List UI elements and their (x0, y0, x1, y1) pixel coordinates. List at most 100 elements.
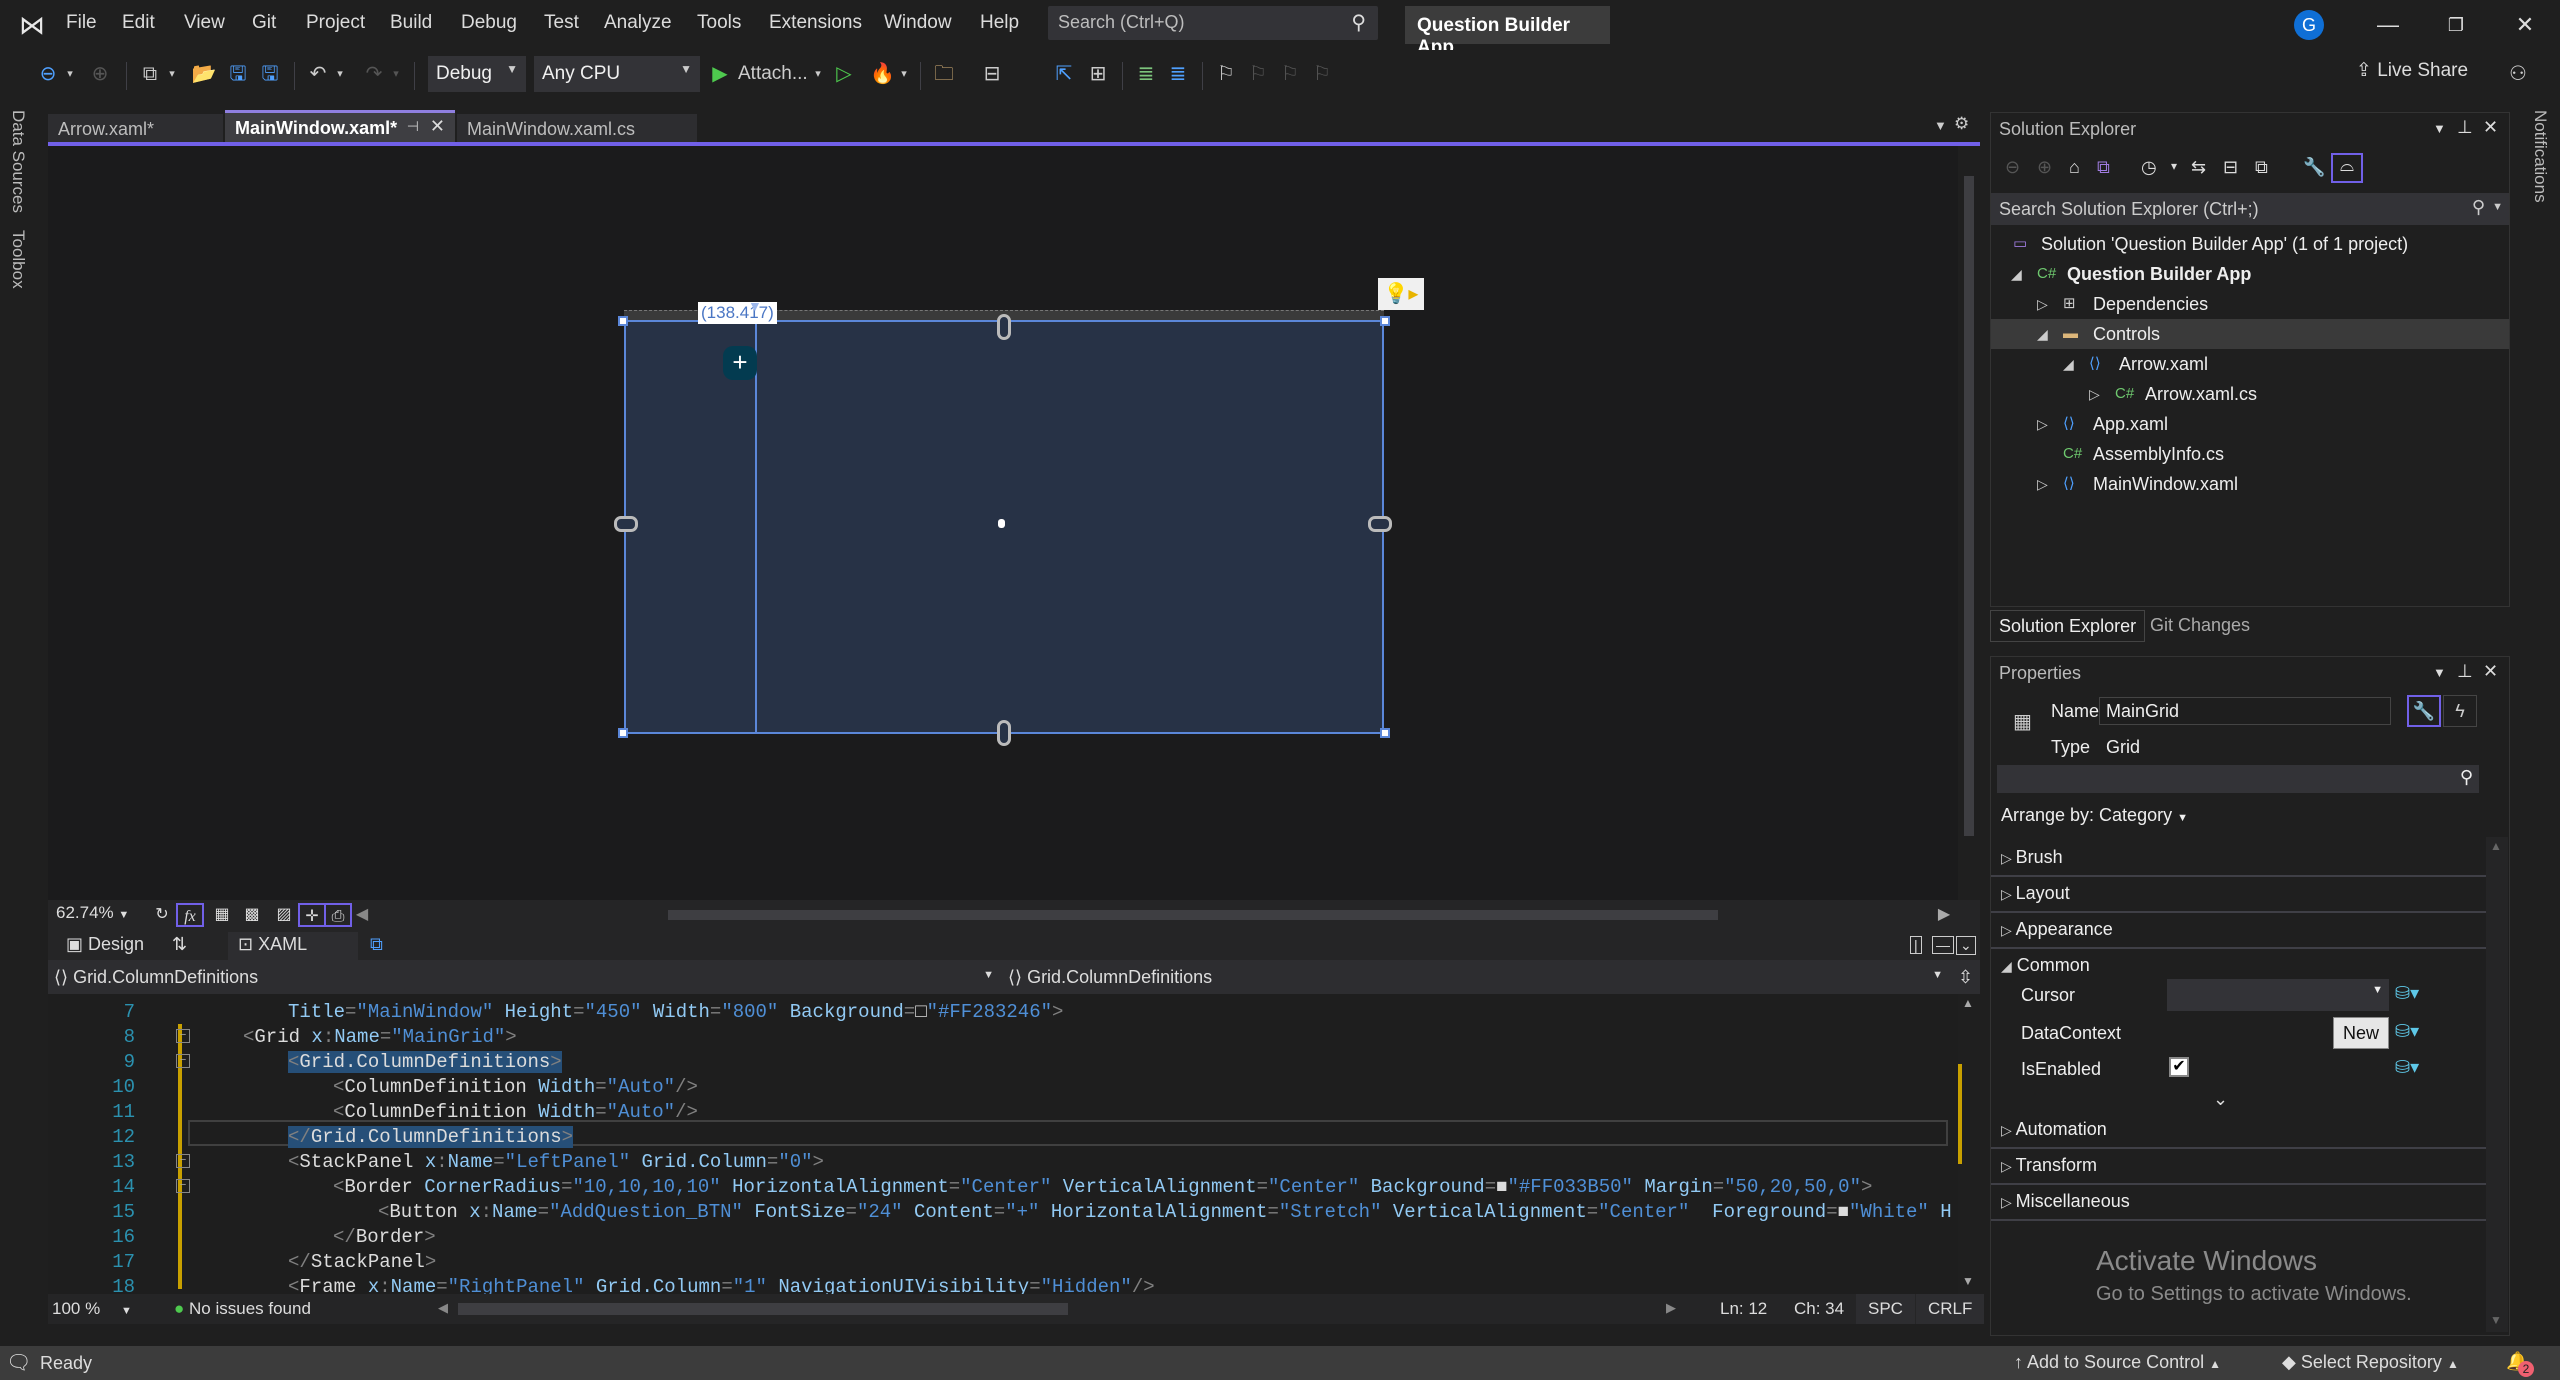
editor-horizontal-scrollbar[interactable] (458, 1303, 1068, 1315)
code-line[interactable]: 13 <StackPanel x:Name="LeftPanel" Grid.Co… (48, 1150, 1948, 1175)
category-brush[interactable]: ▷ Brush (1991, 841, 2486, 877)
attach-dropdown-icon[interactable]: ▾ (812, 58, 824, 90)
tree-item[interactable]: ▷ C# Arrow.xaml.cs (1991, 379, 2509, 409)
home-icon[interactable]: ⌂ (2069, 157, 2080, 178)
events-view-lightning-icon[interactable]: ϟ (2443, 695, 2477, 727)
pending-changes-filter-icon[interactable]: ◷ (2141, 157, 2157, 178)
element-name-input[interactable]: MainGrid (2099, 697, 2391, 725)
category-transform[interactable]: ▷ Transform (1991, 1149, 2486, 1185)
select-repository-button[interactable]: ◆ Select Repository ▲ (2282, 1352, 2459, 1373)
code-line[interactable]: 8 <Grid x:Name="MainGrid"> − (48, 1025, 1948, 1050)
issues-indicator[interactable]: ● No issues found (174, 1299, 311, 1319)
close-tab-icon[interactable]: ✕ (430, 116, 445, 137)
add-question-button-preview[interactable]: + (723, 346, 757, 380)
solution-search-input[interactable]: Search Solution Explorer (Ctrl+;) ⚲ ▼ (1991, 193, 2509, 225)
isenabled-checkbox[interactable]: ✔ (2169, 1057, 2189, 1077)
menu-extensions[interactable]: Extensions (769, 12, 862, 34)
design-surface[interactable]: (138.417) ▼ + 💡▸ (48, 146, 1980, 900)
redo-dropdown-icon[interactable]: ▾ (390, 58, 402, 90)
scrollbar-thumb[interactable] (1964, 176, 1974, 836)
tab-xaml[interactable]: ⊡ XAML (228, 932, 358, 960)
code-line[interactable]: 11 <ColumnDefinition Width="Auto"/> (48, 1100, 1948, 1125)
artboard-background-icon[interactable]: ▨ (270, 903, 298, 927)
line-ending-mode[interactable]: CRLF (1916, 1294, 1985, 1324)
platform-select[interactable]: Any CPU ▼ (534, 56, 700, 92)
datacontext-new-button[interactable]: New (2333, 1017, 2389, 1049)
code-line[interactable]: 10 <ColumnDefinition Width="Auto"/> (48, 1075, 1948, 1100)
search-options-dropdown-icon[interactable]: ▼ (2492, 201, 2503, 213)
collapse-icon[interactable]: ◢ (2011, 259, 2022, 289)
snap-to-grid-icon[interactable]: ▩ (238, 903, 266, 927)
bookmark-icon[interactable]: ⚐ (1212, 58, 1240, 90)
properties-wrench-icon[interactable]: 🔧 (2303, 157, 2325, 178)
column-marker-icon[interactable]: ▼ (748, 298, 762, 314)
attach-button[interactable]: Attach... (738, 58, 810, 90)
pin-panel-icon[interactable]: ⊥ (2457, 661, 2473, 682)
undo-dropdown-icon[interactable]: ▾ (334, 58, 346, 90)
vertical-split-icon[interactable]: | (1910, 936, 1922, 954)
open-folder-icon[interactable]: 📂 (190, 58, 218, 90)
panel-options-dropdown-icon[interactable]: ▼ (2433, 665, 2446, 680)
tab-arrow-xaml[interactable]: Arrow.xaml* (48, 114, 223, 144)
layout-icon[interactable]: ⊟ (978, 58, 1006, 90)
scroll-down-icon[interactable]: ▼ (2490, 1313, 2502, 1327)
notifications-tab[interactable]: Notifications (2530, 110, 2550, 203)
menu-project[interactable]: Project (306, 12, 365, 34)
sync-with-document-icon[interactable]: ⇆ (2191, 157, 2206, 178)
code-line[interactable]: 16 </Border> (48, 1225, 1948, 1250)
code-line[interactable]: 9 <Grid.ColumnDefinitions> − (48, 1050, 1948, 1075)
isenabled-binding-icon[interactable]: ⛁▾ (2395, 1057, 2419, 1078)
pin-panel-icon[interactable]: ⊥ (2457, 117, 2473, 138)
show-more-chevron-icon[interactable]: ⌄ (2213, 1089, 2228, 1110)
save-all-icon[interactable]: 🖫 (256, 58, 284, 90)
start-without-debugging-icon[interactable]: ▷ (832, 58, 856, 90)
xaml-code-editor[interactable]: 7 Title="MainWindow" Height="450" Width="… (48, 994, 1958, 1298)
save-icon[interactable]: 🖫 (224, 58, 252, 90)
resize-handle-top-left[interactable] (618, 316, 628, 326)
menu-debug[interactable]: Debug (461, 12, 517, 34)
line-number[interactable]: Ln: 12 (1720, 1299, 1767, 1319)
horizontal-split-icon[interactable]: — (1932, 936, 1954, 954)
undo-icon[interactable]: ↶ (304, 58, 332, 90)
forward-icon[interactable]: ⊕ (2037, 157, 2052, 178)
panel-options-dropdown-icon[interactable]: ▼ (2433, 121, 2446, 136)
menu-view[interactable]: View (184, 12, 225, 34)
menu-tools[interactable]: Tools (697, 12, 741, 34)
designer-zoom-select[interactable]: 62.74% ▼ (56, 903, 146, 927)
close-window-button[interactable]: ✕ (2505, 10, 2545, 40)
new-item-icon[interactable]: ⧉ (136, 58, 164, 90)
code-vertical-scrollbar[interactable]: ▲ ▼ (1958, 994, 1980, 1294)
collapse-icon[interactable]: ◢ (2063, 349, 2074, 379)
search-input[interactable]: Search (Ctrl+Q) ⚲ (1048, 6, 1378, 40)
tab-mainwindow-xaml[interactable]: MainWindow.xaml* ⊣ ✕ (225, 110, 455, 144)
menu-build[interactable]: Build (390, 12, 432, 34)
cursor-binding-icon[interactable]: ⛁▾ (2395, 983, 2419, 1004)
find-in-files-icon[interactable]: 🗀 (930, 58, 958, 90)
select-element-icon[interactable]: ⇱ (1050, 58, 1078, 90)
add-to-source-control-button[interactable]: ↑ Add to Source Control ▲ (2014, 1352, 2221, 1373)
code-line[interactable]: 14 <Border CornerRadius="10,10,10,10" Hor… (48, 1175, 1948, 1200)
hot-reload-dropdown-icon[interactable]: ▾ (898, 58, 910, 90)
pin-tab-icon[interactable]: ⊣ (407, 118, 419, 135)
collapse-all-icon[interactable]: ⊟ (2223, 157, 2238, 178)
tab-solution-explorer[interactable]: Solution Explorer (1990, 610, 2146, 642)
hot-reload-icon[interactable]: 🔥 (870, 58, 895, 90)
tree-item[interactable]: ◢ ⟨⟩ Arrow.xaml (1991, 349, 2509, 379)
properties-scrollbar[interactable]: ▲ ▼ (2486, 837, 2508, 1332)
resize-handle-bottom-left[interactable] (618, 728, 628, 738)
category-appearance[interactable]: ▷ Appearance (1991, 913, 2486, 949)
datacontext-binding-icon[interactable]: ⛁▾ (2395, 1021, 2419, 1042)
menu-edit[interactable]: Edit (122, 12, 155, 34)
scroll-down-icon[interactable]: ▼ (1962, 1274, 1974, 1288)
menu-git[interactable]: Git (252, 12, 276, 34)
category-layout[interactable]: ▷ Layout (1991, 877, 2486, 913)
swap-panes-icon[interactable]: ⇅ (172, 934, 187, 955)
arrange-by-dropdown[interactable]: Arrange by: Category ▼ (2001, 805, 2188, 826)
top-margin-link-icon[interactable] (997, 314, 1011, 340)
tree-item[interactable]: C# AssemblyInfo.cs (1991, 439, 2509, 469)
data-sources-tab[interactable]: Data Sources (8, 110, 28, 213)
back-icon[interactable]: ⊖ (2005, 157, 2020, 178)
code-line[interactable]: 12 </Grid.ColumnDefinitions> (48, 1125, 1948, 1150)
left-margin-link-icon[interactable] (614, 516, 638, 532)
navigate-forward-icon[interactable]: ⊕ (86, 58, 114, 90)
